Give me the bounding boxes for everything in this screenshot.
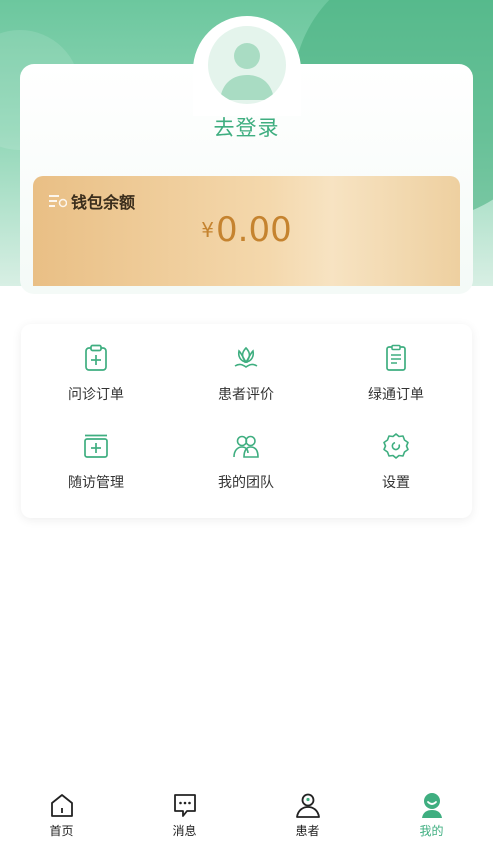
menu-item-label: 我的团队 [218,475,274,491]
menu-item-consult-orders[interactable]: 问诊订单 [21,324,171,404]
default-avatar-icon [220,43,274,100]
menu-item-follow-up[interactable]: 随访管理 [21,412,171,492]
tab-messages[interactable]: 消息 [123,780,246,852]
wallet-balance: ¥0.00 [33,210,460,250]
login-link[interactable]: 去登录 [0,112,493,142]
feature-menu: 问诊订单 患者评价 绿通订单 随访管理 我的团队 设置 [21,324,472,518]
balance-amount: 0.00 [216,210,292,250]
wallet-list-icon [49,195,67,208]
menu-item-label: 随访管理 [68,475,124,491]
lotus-icon [234,346,258,368]
menu-item-label: 设置 [382,475,410,491]
medical-kit-icon [84,434,108,458]
menu-item-green-channel-orders[interactable]: 绿通订单 [321,324,471,404]
menu-item-my-team[interactable]: 我的团队 [171,412,321,492]
gear-icon [383,433,409,459]
tab-label: 患者 [295,824,320,838]
currency-symbol: ¥ [201,218,215,242]
menu-item-label: 问诊订单 [68,387,124,403]
document-list-icon [386,344,406,371]
tab-mine[interactable]: 我的 [370,780,493,852]
tab-label: 首页 [49,824,74,838]
tab-patients[interactable]: 患者 [246,780,369,852]
patient-icon [296,793,320,818]
avatar[interactable] [208,26,286,104]
team-icon [233,435,259,458]
tab-home[interactable]: 首页 [0,780,123,852]
tab-label: 消息 [172,824,197,838]
bottom-tab-bar: 首页 消息 患者 我的 [0,780,493,852]
menu-item-settings[interactable]: 设置 [321,412,471,492]
home-icon [51,794,73,817]
tab-label: 我的 [419,824,444,838]
wallet-card[interactable]: 钱包余额 ¥0.00 [33,176,460,286]
menu-item-label: 患者评价 [218,387,274,403]
menu-item-label: 绿通订单 [368,387,424,403]
clipboard-plus-icon [85,344,107,371]
menu-item-patient-reviews[interactable]: 患者评价 [171,324,321,404]
message-icon [174,794,196,817]
profile-icon [422,793,442,818]
